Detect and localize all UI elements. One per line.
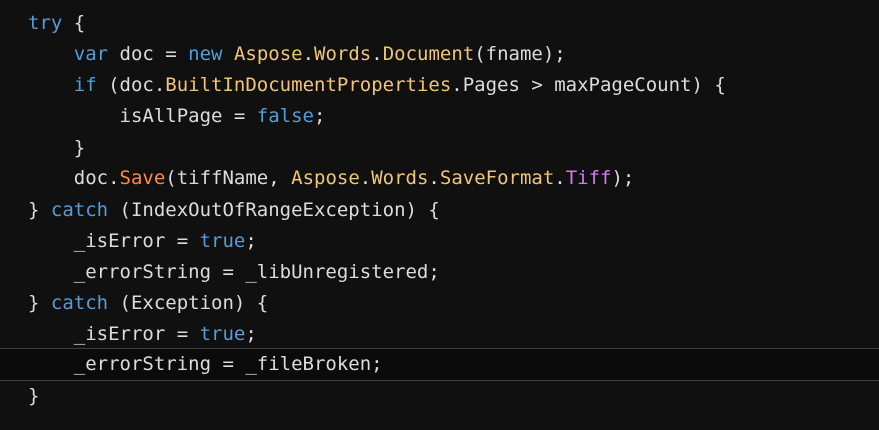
code-token: _errorString = _fileBroken; [28,353,383,375]
code-token: Words [314,43,372,65]
code-token: (IndexOutOfRangeException) { [108,199,440,221]
code-line-current[interactable]: _errorString = _fileBroken; [0,348,879,381]
code-token: Words [371,167,429,189]
code-token: catch [50,199,109,221]
code-token: Document [382,43,475,65]
code-token: (tiffName, [165,167,292,189]
code-editor[interactable]: try { var doc = new Aspose.Words.Documen… [0,0,879,430]
code-token: Tiff [565,167,612,189]
code-token: { [62,12,86,34]
code-token: BuiltInDocumentProperties [165,74,452,96]
code-token: .Pages > maxPageCount) { [451,74,726,96]
code-line[interactable]: var doc = new Aspose.Words.Document(fnam… [0,39,879,70]
code-token: . [554,167,566,189]
code-token: ; [245,230,257,252]
code-token: true [199,323,246,345]
code-line[interactable]: if (doc.BuiltInDocumentProperties.Pages … [0,70,879,101]
code-token: false [256,105,314,127]
code-token: Aspose [291,167,360,189]
code-token: if [73,74,97,96]
code-token: . [359,167,372,189]
code-token: } [28,292,51,314]
code-token: ); [611,167,635,189]
code-token: } [28,199,51,221]
code-line[interactable]: try { [0,8,879,39]
code-token: catch [50,292,109,314]
code-line[interactable]: } catch (Exception) { [0,288,879,319]
code-line[interactable]: _isError = true; [0,226,879,257]
code-token: . [371,43,383,65]
code-token: try [28,12,63,34]
code-token: Aspose [233,43,303,65]
code-token: doc. [28,167,120,189]
code-line[interactable]: _errorString = _libUnregistered; [0,257,879,288]
code-token: . [428,167,440,189]
code-line[interactable]: doc.Save(tiffName, Aspose.Words.SaveForm… [0,163,879,194]
code-line[interactable]: isAllPage = false; [0,101,879,132]
code-token: SaveFormat [439,167,555,189]
code-token: (fname); [474,43,566,65]
code-token: ; [245,323,257,345]
code-line[interactable]: _isError = true; [0,319,879,350]
code-token: doc = [108,43,189,65]
code-token: true [199,230,246,252]
code-token: . [302,43,315,65]
code-token: var [73,43,109,65]
code-token: new [188,43,223,65]
code-token: (doc. [96,74,166,96]
code-line[interactable]: } [0,381,879,412]
code-token: Save [119,167,166,189]
code-token: } [28,137,86,159]
code-token: } [28,385,40,407]
code-line[interactable]: } catch (IndexOutOfRangeException) { [0,195,879,226]
code-token: _errorString = _libUnregistered; [28,261,440,283]
code-line[interactable]: } [0,133,879,164]
code-token: isAllPage = [28,105,257,127]
code-token: _isError = [28,230,200,252]
code-token: ; [313,105,326,127]
code-token: _isError = [28,323,200,345]
code-token: (Exception) { [108,292,269,314]
